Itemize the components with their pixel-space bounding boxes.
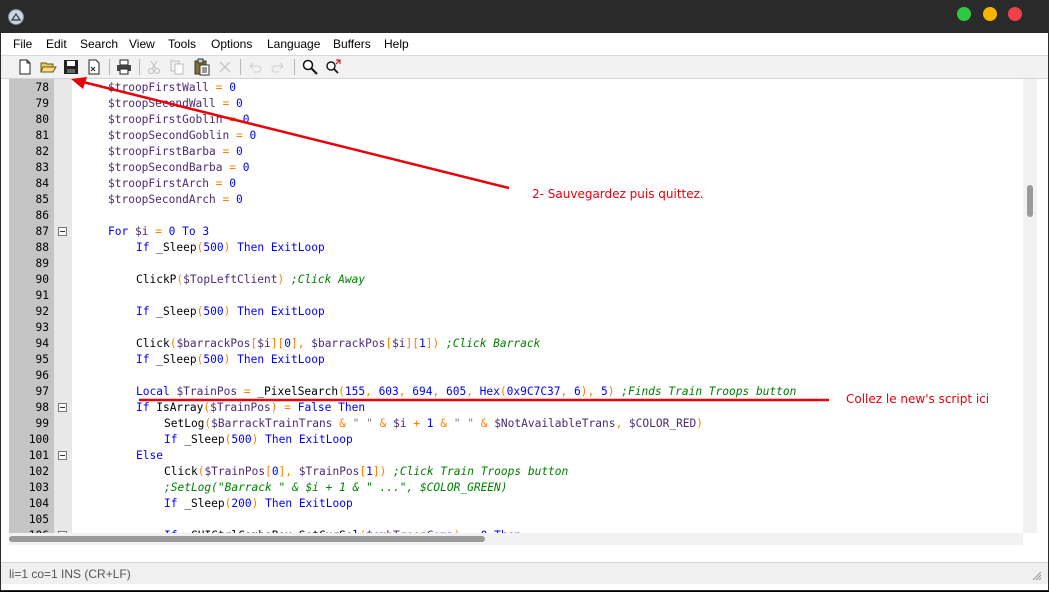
paste-annotation: Collez le new's script ici bbox=[846, 392, 990, 406]
scite-editor-window: File Edit Search View Tools Options Lang… bbox=[0, 0, 1049, 591]
save-annotation: 2- Sauvegardez puis quittez. bbox=[532, 187, 704, 201]
annotation-arrow-line bbox=[78, 79, 510, 190]
annotation-arrow-head-icon bbox=[71, 77, 87, 89]
annotation-overlay bbox=[71, 77, 829, 402]
